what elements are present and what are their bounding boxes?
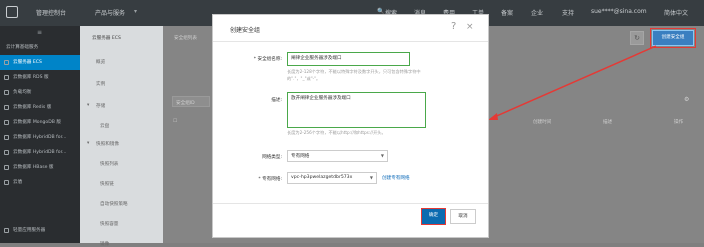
network-type-label: 网络类型: — [262, 155, 282, 160]
filter-select[interactable]: 安全组ID — [172, 96, 210, 107]
divider — [213, 203, 488, 204]
chevron-down-icon: ▾ — [87, 141, 90, 146]
sidebar-item-label: 云数据库 HybridDB for... — [13, 135, 67, 140]
subnav-item-instances[interactable]: 实例 — [96, 81, 105, 87]
sidebar-item-hbase[interactable]: 云数据库 HBase 版 — [0, 160, 80, 175]
filing-link[interactable]: 备案 — [501, 8, 513, 17]
sidebar-item-label: 云计算基础服务 — [6, 45, 39, 50]
vpc-value: vpc-hp3pwelazgetdbr573x — [291, 175, 353, 180]
subnav-item-snapshot-list[interactable]: 快照列表 — [100, 161, 118, 167]
filter-select-value: 安全组ID — [176, 101, 195, 106]
database-icon — [4, 75, 9, 80]
column-header-action: 操作 — [674, 120, 684, 125]
shield-icon — [4, 180, 9, 185]
sidebar-item-security[interactable]: 云盾 — [0, 175, 80, 190]
chevron-down-icon: ▼ — [380, 153, 384, 158]
create-vpc-link[interactable]: 创建专有网络 — [382, 175, 410, 181]
sidebar-item-label: 轻量应用服务器 — [13, 228, 46, 233]
subnav-item-auto-policy[interactable]: 自动快照策略 — [100, 201, 128, 207]
dialog-title: 创建安全组 — [230, 27, 261, 34]
sidebar-item-label: 云数据库 HybridDB for... — [13, 150, 67, 155]
column-header-desc: 描述 — [603, 120, 613, 125]
user-account[interactable]: sue****@sina.com — [591, 8, 647, 15]
database-icon — [4, 150, 9, 155]
select-all-checkbox[interactable]: ☐ — [173, 119, 177, 124]
description-hint: 长度为2-256个字符，不能以http://和https://开头。 — [287, 130, 386, 135]
sidebar-item-hybriddb-1[interactable]: 云数据库 HybridDB for... — [0, 130, 80, 145]
column-header-time: 创建时间 — [533, 120, 552, 125]
subnav-item-cloud-disk[interactable]: 云盘 — [100, 123, 109, 129]
refresh-button[interactable]: ↻ — [630, 31, 644, 45]
vpc-label: * 专有网络: — [258, 177, 282, 182]
database-icon — [4, 120, 9, 125]
subnav-item-images[interactable]: 镜像 — [100, 241, 109, 247]
create-security-group-dialog: 创建安全组 ? × * 安全组名称: 阐律企业服务器涉及端口 长度为2-128个… — [212, 14, 489, 238]
chevron-down-icon: ▾ — [134, 8, 138, 15]
name-hint-continued: 的"."，"_"或"-"。 — [287, 76, 321, 81]
sidebar-item-label: 负载均衡 — [13, 90, 32, 95]
close-icon[interactable]: × — [466, 22, 474, 32]
cancel-button[interactable]: 取消 — [450, 209, 476, 224]
sidebar-item-rds[interactable]: 云数据库 RDS 版 — [0, 70, 80, 85]
sidebar-item-hybriddb-2[interactable]: 云数据库 HybridDB for... — [0, 145, 80, 160]
confirm-button[interactable]: 确定 — [421, 208, 446, 225]
name-label: * 安全组名称: — [253, 57, 282, 62]
divider — [213, 41, 488, 42]
sidebar-item-label: 云数据库 MongoDB 版 — [13, 120, 61, 125]
enterprise-link[interactable]: 企业 — [531, 8, 543, 17]
subnav-item-snapshot-capacity[interactable]: 快照容量 — [100, 221, 118, 227]
sidebar-item-mongodb[interactable]: 云数据库 MongoDB 版 — [0, 115, 80, 130]
description-value: 放开阐律企业服务器涉及端口 — [291, 96, 351, 101]
sidebar-item-ecs[interactable]: 云服务器 ECS — [0, 55, 80, 70]
server-icon — [4, 60, 9, 65]
description-label: 描述: — [271, 98, 282, 103]
description-textarea[interactable]: 放开阐律企业服务器涉及端口 — [287, 92, 426, 128]
chevron-down-icon: ▼ — [369, 175, 373, 180]
load-balancer-icon — [4, 90, 9, 95]
chevron-down-icon: ▾ — [87, 103, 90, 108]
console-link[interactable]: 管理控制台 — [36, 8, 66, 17]
sidebar: ≡ 云计算基础服务 云服务器 ECS 云数据库 RDS 版 负载均衡 云数据库 … — [0, 26, 80, 243]
subnav-item-overview[interactable]: 概览 — [96, 59, 105, 65]
database-icon — [4, 165, 9, 170]
language-switch[interactable]: 简体中文 — [664, 8, 688, 17]
page-title: 安全组列表 — [174, 36, 197, 41]
subnav-item-snapshot-chain[interactable]: 快照链 — [100, 181, 114, 187]
sidebar-item-label: 云盾 — [13, 180, 23, 185]
network-type-select[interactable]: 专有网络 ▼ — [287, 150, 388, 162]
sidebar-item-slb[interactable]: 负载均衡 — [0, 85, 80, 100]
subnav-group-storage[interactable]: 存储 — [96, 103, 105, 109]
products-menu[interactable]: 产品与服务 — [95, 8, 125, 17]
support-link[interactable]: 支持 — [562, 8, 574, 17]
ecs-subnav: 云服务器 ECS 概览 实例 ▾ 存储 云盘 ▾ 快照和镜像 快照列表 快照链 … — [80, 26, 163, 247]
sidebar-item-label: 云数据库 HBase 版 — [13, 165, 54, 170]
name-hint: 长度为2-128个字符，不能以特殊字符及数字开头，只可包含特殊字符中 — [287, 69, 421, 74]
menu-icon[interactable]: ≡ — [37, 29, 42, 36]
sidebar-group-compute[interactable]: 云计算基础服务 — [0, 40, 80, 55]
network-type-value: 专有网络 — [291, 154, 310, 159]
security-group-name-input[interactable]: 阐律企业服务器涉及端口 — [287, 52, 410, 66]
server-icon — [4, 228, 9, 233]
settings-icon[interactable]: ⚙ — [684, 96, 689, 103]
database-icon — [4, 105, 9, 110]
sidebar-item-label: 云数据库 RDS 版 — [13, 75, 49, 80]
sidebar-item-redis[interactable]: 云数据库 Redis 版 — [0, 100, 80, 115]
create-security-group-button[interactable]: 创建安全组 — [650, 28, 696, 48]
vpc-select[interactable]: vpc-hp3pwelazgetdbr573x ▼ — [287, 172, 377, 184]
subnav-group-snapshots[interactable]: 快照和镜像 — [96, 141, 119, 147]
help-icon[interactable]: ? — [451, 21, 456, 32]
sidebar-item-label: 云服务器 ECS — [13, 60, 42, 65]
sidebar-item-lightweight[interactable]: 轻量应用服务器 — [0, 223, 80, 238]
sidebar-item-label: 云数据库 Redis 版 — [13, 105, 52, 110]
subnav-title: 云服务器 ECS — [92, 36, 121, 41]
aliyun-logo-icon[interactable] — [6, 6, 18, 18]
database-icon — [4, 135, 9, 140]
